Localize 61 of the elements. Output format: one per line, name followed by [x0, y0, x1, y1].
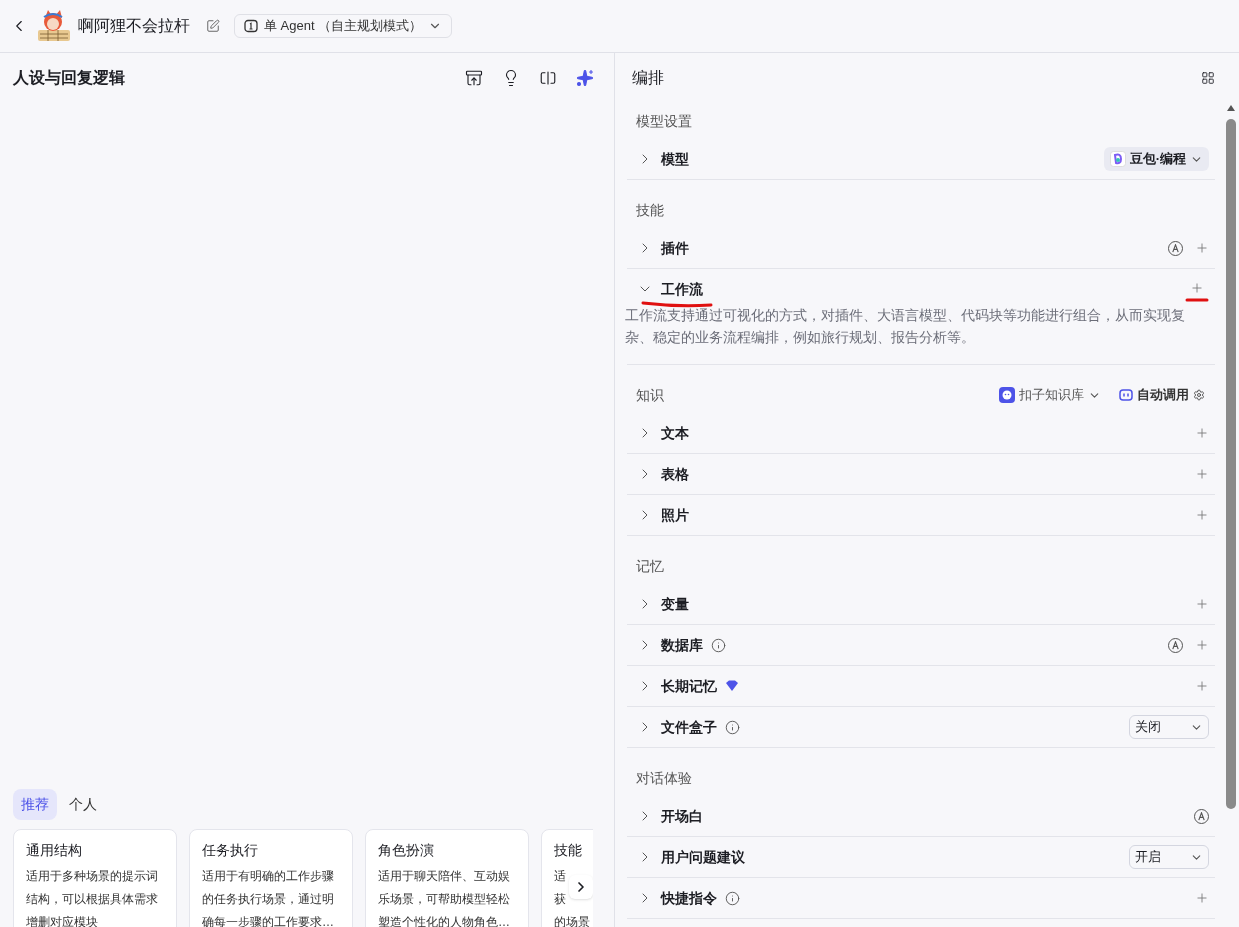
panel-title: 编排: [632, 68, 665, 88]
item-label: 工作流: [661, 279, 704, 299]
card-description-line: 获: [554, 891, 566, 908]
card-description-line: 结构，可以根据具体需求: [26, 891, 158, 908]
card-title: 任务执行: [202, 841, 259, 860]
item-label: 插件: [661, 238, 689, 258]
auto-call-toggle[interactable]: 自动调用: [1119, 385, 1205, 405]
item-label: 变量: [661, 594, 689, 614]
item-label: 数据库: [661, 635, 703, 655]
edit-icon[interactable]: [206, 19, 220, 33]
mode-selector[interactable]: 单 Agent （自主规划模式）: [234, 14, 453, 38]
settings-icon: [1193, 389, 1205, 401]
bot-avatar: [36, 8, 72, 44]
section-title: 知识: [636, 385, 665, 405]
dropdown-select[interactable]: 关闭: [1129, 715, 1209, 739]
inbox-upload-icon[interactable]: [465, 69, 483, 87]
template-tab[interactable]: 个人: [61, 789, 105, 820]
next-button[interactable]: [569, 875, 593, 899]
card-description-line: 适用于有明确的工作步骤: [202, 868, 334, 885]
robot-icon: [1119, 389, 1133, 401]
model-selector[interactable]: 豆包·编程: [1103, 147, 1209, 171]
item-label: 表格: [661, 464, 689, 484]
card-description-line: 适用于聊天陪伴、互动娱: [378, 868, 510, 885]
split-view-icon[interactable]: [539, 69, 557, 87]
template-card[interactable]: 通用结构 适用于多种场景的提示词 结构，可以根据具体需求 增删对应模块: [13, 829, 177, 927]
item-description: 工作流支持通过可视化的方式，对插件、大语言模型、代码块等功能进行组合，从而实现复杂、稳定的业务流程编排，例如旅行规划、报告分析等。: [625, 307, 1186, 347]
template-card[interactable]: 角色扮演 适用于聊天陪伴、互动娱 乐场景，可帮助模型轻松 塑造个性化的人物角色…: [365, 829, 529, 927]
card-description-line: 乐场景，可帮助模型轻松: [378, 891, 510, 908]
card-description-line: 的场景: [554, 914, 590, 927]
item-label: 文本: [661, 423, 689, 443]
item-label: 模型: [661, 149, 689, 169]
item-label: 开场白: [661, 806, 703, 826]
card-description-line: 增删对应模块: [26, 914, 98, 927]
template-tab[interactable]: 推荐: [13, 789, 57, 820]
card-description-line: 适: [554, 868, 566, 885]
robot-face-icon: [999, 387, 1015, 403]
section-title: 技能: [636, 200, 665, 220]
section-title: 模型设置: [636, 111, 693, 131]
model-logo-icon: [1109, 151, 1126, 167]
item-label: 长期记忆: [661, 676, 717, 696]
section-title: 记忆: [636, 556, 665, 576]
template-card[interactable]: 技能 适 获 的场景: [541, 829, 593, 927]
card-title: 通用结构: [26, 841, 83, 860]
grid-icon[interactable]: [1201, 71, 1215, 85]
item-label: 文件盒子: [661, 717, 717, 737]
card-description-line: 塑造个性化的人物角色…: [378, 914, 510, 927]
knowledge-source-selector[interactable]: 扣子知识库: [999, 385, 1101, 405]
card-title: 技能: [554, 841, 583, 860]
item-label: 快捷指令: [661, 888, 717, 908]
section-title: 对话体验: [636, 768, 693, 788]
sparkle-icon[interactable]: [576, 69, 594, 87]
highlight-underline: [1185, 297, 1209, 303]
card-description-line: 的任务执行场景，通过明: [202, 891, 334, 908]
dropdown-select[interactable]: 开启: [1129, 845, 1209, 869]
bot-name: 啊阿狸不会拉杆: [78, 16, 190, 36]
card-title: 角色扮演: [378, 841, 435, 860]
agent-icon: [244, 19, 258, 33]
item-label: 照片: [661, 505, 689, 525]
item-label: 用户问题建议: [661, 847, 745, 867]
card-description-line: 适用于多种场景的提示词: [26, 868, 158, 885]
panel-title: 人设与回复逻辑: [13, 68, 126, 88]
